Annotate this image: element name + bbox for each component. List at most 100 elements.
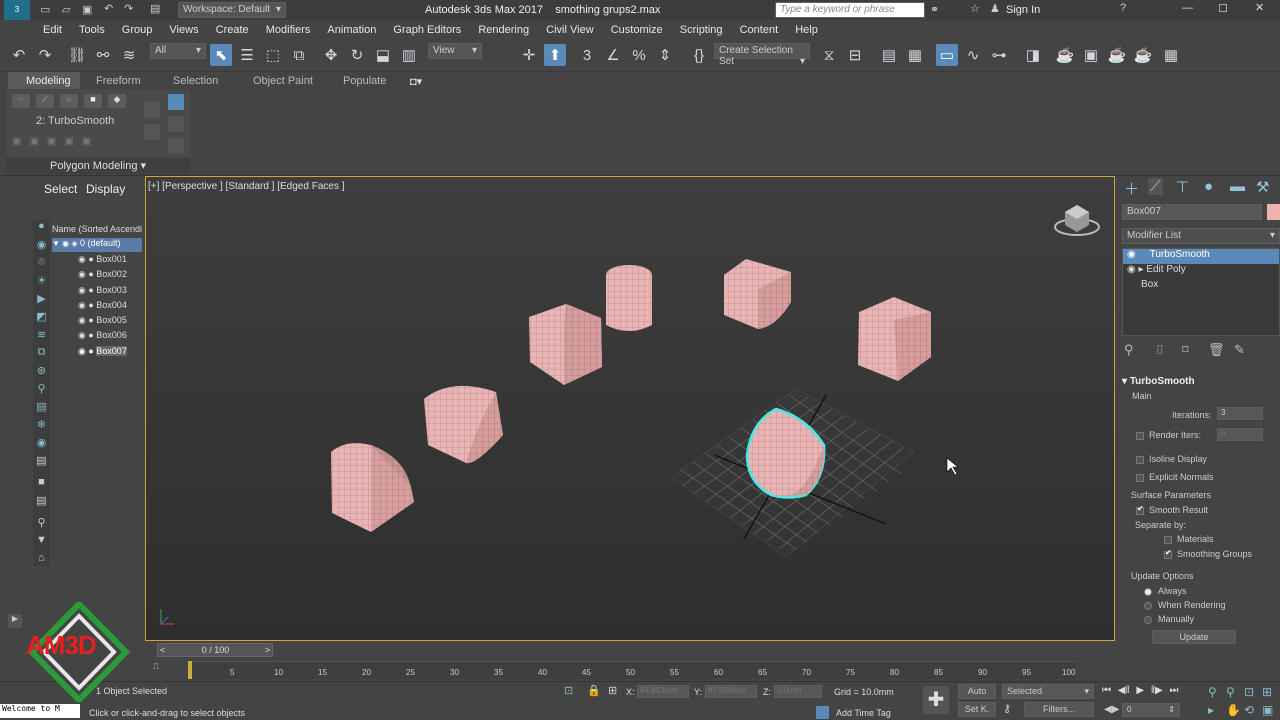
absolute-mode-icon[interactable]: ⊞ bbox=[608, 684, 617, 697]
use-displacement-icon[interactable] bbox=[144, 102, 160, 118]
find-icon[interactable]: ⚲ bbox=[33, 516, 50, 534]
new-file-icon[interactable]: ▭ bbox=[40, 3, 50, 16]
menu-modifiers[interactable]: Modifiers bbox=[259, 20, 318, 40]
auto-key-button[interactable]: Auto bbox=[958, 684, 996, 699]
go-to-end-icon[interactable]: ⏭ bbox=[1169, 685, 1178, 696]
when-rendering-radio[interactable]: When Rendering bbox=[1144, 600, 1226, 610]
display-hidden-icon[interactable]: ◉ bbox=[33, 436, 50, 454]
key-mode-dropdown[interactable]: Selected ▾ bbox=[1002, 684, 1094, 699]
modify-tab-icon[interactable]: ⟋ bbox=[1148, 178, 1163, 195]
sign-in-link[interactable]: Sign In bbox=[1006, 4, 1040, 16]
polygon-icon[interactable]: ■ bbox=[84, 94, 102, 108]
by-angle-icon[interactable] bbox=[168, 116, 184, 132]
time-slider[interactable]: < 0 / 100 > bbox=[157, 643, 273, 657]
save-icon[interactable]: ▣ bbox=[82, 3, 92, 16]
placement-icon[interactable]: ▥ bbox=[398, 44, 420, 66]
list-item[interactable]: ◉ ● Box006 bbox=[52, 330, 142, 345]
manually-radio[interactable]: Manually bbox=[1144, 614, 1194, 624]
explorer-expand-icon[interactable]: ▶ bbox=[8, 614, 22, 628]
workspace-dropdown[interactable]: Workspace: Default ▾ bbox=[178, 2, 286, 18]
rotate-icon[interactable]: ↻ bbox=[346, 44, 368, 66]
display-geometry-icon[interactable]: ◉ bbox=[33, 238, 50, 256]
menu-views[interactable]: Views bbox=[162, 20, 205, 40]
next-frame-icon[interactable]: ‖▶ bbox=[1151, 685, 1163, 696]
redo-icon[interactable]: ↷ bbox=[34, 44, 56, 66]
rendered-frame-icon[interactable]: ▣ bbox=[1080, 44, 1102, 66]
search-input[interactable]: Type a keyword or phrase bbox=[775, 2, 925, 18]
close-icon[interactable]: ✕ bbox=[1255, 1, 1264, 14]
display-frozen-icon[interactable]: ❄ bbox=[33, 418, 50, 436]
help-icon[interactable]: ? bbox=[1120, 2, 1126, 14]
menu-tools[interactable]: Tools bbox=[72, 20, 112, 40]
remove-modifier-icon[interactable]: 🗑 bbox=[1208, 342, 1225, 358]
menu-animation[interactable]: Animation bbox=[320, 20, 383, 40]
undo-icon[interactable]: ↶ bbox=[8, 44, 30, 66]
tab-freeform[interactable]: Freeform bbox=[96, 75, 141, 87]
app-logo[interactable]: 3 bbox=[4, 0, 30, 20]
explorer-options-icon[interactable]: ▤ bbox=[33, 494, 50, 516]
select-by-name-icon[interactable]: ☰ bbox=[236, 44, 258, 66]
schematic-view-icon[interactable]: ⊶ bbox=[988, 44, 1010, 66]
explicit-normals-row[interactable]: Explicit Normals bbox=[1136, 472, 1214, 482]
menu-group[interactable]: Group bbox=[115, 20, 160, 40]
add-time-tag[interactable]: Add Time Tag bbox=[836, 708, 891, 718]
time-tag-icon[interactable] bbox=[816, 706, 829, 719]
prev-frame-icon[interactable]: ◀‖ bbox=[1118, 685, 1130, 696]
reference-coord-dropdown[interactable]: View ▾ bbox=[428, 43, 482, 59]
display-spacewarps-icon[interactable]: ≋ bbox=[33, 328, 50, 346]
object-color-swatch[interactable] bbox=[1267, 204, 1280, 220]
explorer-column-header[interactable]: Name (Sorted Ascendi bbox=[52, 224, 142, 234]
open-file-icon[interactable]: ▱ bbox=[62, 3, 70, 16]
key-icon[interactable]: ⚷ bbox=[1003, 702, 1011, 715]
border-icon[interactable]: ○ bbox=[60, 94, 78, 108]
render-production-icon[interactable]: ☕ bbox=[1106, 44, 1128, 66]
set-key-button[interactable]: Set K. bbox=[958, 702, 996, 717]
layer-explorer-icon[interactable]: ▦ bbox=[904, 44, 926, 66]
key-filters-button[interactable]: Filters... bbox=[1024, 702, 1094, 717]
tab-populate[interactable]: Populate bbox=[343, 75, 386, 87]
box001[interactable] bbox=[331, 443, 414, 532]
render-iterative-icon[interactable]: ☕ bbox=[1132, 44, 1154, 66]
display-lights-icon[interactable]: ☀ bbox=[33, 274, 50, 292]
display-xrefs-icon[interactable]: ⊛ bbox=[33, 364, 50, 382]
keyboard-shortcut-override-icon[interactable]: ⬆ bbox=[544, 44, 566, 66]
ribbon-options-icon[interactable]: ◘▾ bbox=[410, 75, 422, 88]
menu-rendering[interactable]: Rendering bbox=[471, 20, 536, 40]
star-icon[interactable]: ☆ bbox=[970, 2, 980, 15]
display-groups-icon[interactable]: ⧉ bbox=[33, 346, 50, 364]
menu-graph-editors[interactable]: Graph Editors bbox=[386, 20, 468, 40]
render-iters-checkbox[interactable] bbox=[1136, 431, 1144, 440]
list-item[interactable]: ◉ ● Box005 bbox=[52, 315, 142, 330]
box002[interactable] bbox=[424, 385, 503, 464]
curve-editor-mini-icon[interactable]: ⎍ bbox=[153, 661, 159, 672]
unlink-icon[interactable]: ⚯ bbox=[92, 44, 114, 66]
display-containers-icon[interactable]: ▤ bbox=[33, 400, 50, 418]
display-cameras-icon[interactable]: ▶ bbox=[33, 292, 50, 310]
preview-selection-icon[interactable] bbox=[168, 94, 184, 110]
stack-item-box[interactable]: Box bbox=[1123, 279, 1279, 294]
create-tab-icon[interactable]: ＋ bbox=[1124, 178, 1139, 199]
mirror-icon[interactable]: ⧖ bbox=[818, 44, 840, 66]
menu-scripting[interactable]: Scripting bbox=[673, 20, 730, 40]
hierarchy-tab-icon[interactable]: ⊤ bbox=[1176, 178, 1189, 196]
menu-edit[interactable]: Edit bbox=[36, 20, 69, 40]
list-item[interactable]: ◉ ● Box003 bbox=[52, 285, 142, 300]
box004-cylinder[interactable] bbox=[606, 265, 652, 331]
key-mode-toggle-icon[interactable]: ◀▶ bbox=[1104, 704, 1119, 715]
display-bones-icon[interactable]: ⚲ bbox=[33, 382, 50, 400]
materials-row[interactable]: Materials bbox=[1164, 534, 1214, 544]
stack-item-edit-poly[interactable]: ◉ ▸ Edit Poly bbox=[1123, 264, 1279, 279]
minimize-icon[interactable]: — bbox=[1182, 2, 1193, 14]
select-object-icon[interactable]: ⬉ bbox=[210, 44, 232, 66]
spinner-snap-icon[interactable]: ⇕ bbox=[654, 44, 676, 66]
zoom-all-icon[interactable]: ⚲ bbox=[1226, 685, 1235, 699]
layer-manager-icon[interactable]: ▤ bbox=[878, 44, 900, 66]
isoline-row[interactable]: Isoline Display bbox=[1136, 454, 1207, 464]
material-editor-icon[interactable]: ◨ bbox=[1022, 44, 1044, 66]
play-icon[interactable]: ▶ bbox=[1136, 685, 1144, 696]
selection-filter-dropdown[interactable]: All ▾ bbox=[150, 43, 206, 59]
align-icon[interactable]: ⊟ bbox=[844, 44, 866, 66]
render-iters-spinner[interactable]: 0 bbox=[1217, 428, 1263, 441]
edit-named-sets-icon[interactable]: {} bbox=[688, 44, 710, 66]
smooth-result-row[interactable]: Smooth Result bbox=[1136, 504, 1208, 515]
